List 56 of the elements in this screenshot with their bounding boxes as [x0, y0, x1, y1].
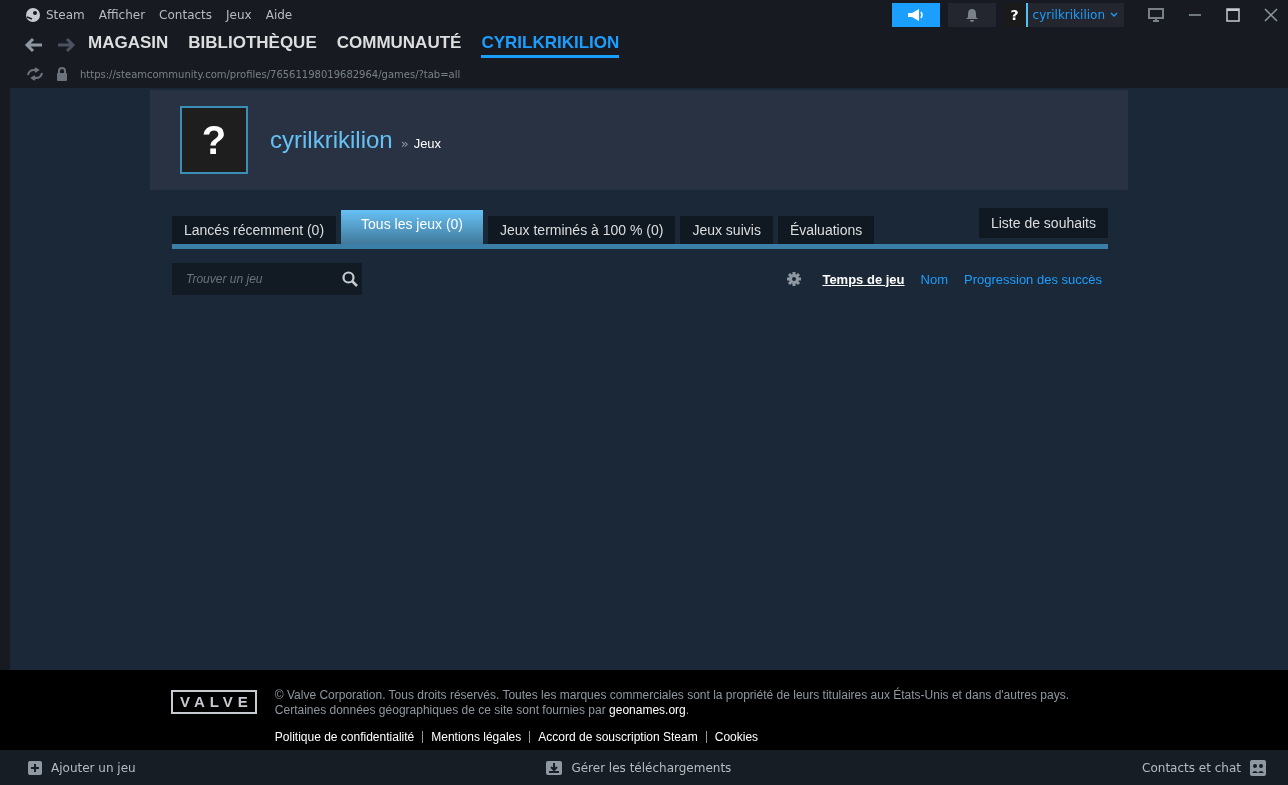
footer-link[interactable]: Mentions légales — [431, 730, 522, 744]
valve-logo[interactable]: VALVE — [171, 690, 257, 714]
separator-bar — [422, 731, 424, 743]
menu-item[interactable]: Jeux — [226, 8, 252, 22]
nav-tab[interactable]: MAGASIN — [88, 32, 169, 58]
monitor-icon[interactable] — [1148, 8, 1164, 22]
url-text[interactable]: https://steamcommunity.com/profiles/76561198019682964/games/?tab=all — [80, 68, 461, 80]
games-tab[interactable]: Jeux terminés à 100 % (0) — [488, 216, 676, 244]
reload-icon[interactable] — [26, 67, 44, 81]
breadcrumb-separator: » — [400, 135, 409, 151]
search-icon — [342, 271, 358, 287]
maximize-icon[interactable] — [1226, 8, 1240, 22]
megaphone-icon — [906, 8, 925, 22]
lock-icon — [56, 67, 68, 81]
notifications-button[interactable] — [947, 3, 996, 27]
menu-item[interactable]: Aide — [265, 8, 293, 22]
avatar-placeholder[interactable]: ? — [180, 106, 248, 174]
games-tab[interactable]: Évaluations — [777, 216, 875, 244]
download-icon — [546, 760, 563, 775]
menu-item[interactable]: Steam — [46, 8, 85, 22]
sort-link[interactable]: Temps de jeu — [822, 271, 905, 287]
nav-tab[interactable]: COMMUNAUTÉ — [336, 32, 462, 58]
back-arrow-icon[interactable] — [24, 37, 44, 53]
footer-link[interactable]: Cookies — [714, 730, 759, 744]
close-icon[interactable] — [1264, 8, 1278, 22]
sort-link[interactable]: Nom — [920, 271, 948, 287]
announcements-button[interactable] — [891, 3, 940, 27]
plus-icon — [28, 760, 42, 775]
avatar-placeholder: ? — [1003, 3, 1028, 27]
breadcrumb-section: Jeux — [413, 135, 442, 151]
friends-icon — [1250, 759, 1266, 776]
menu-item[interactable]: Contacts — [159, 8, 213, 22]
account-menu[interactable]: ? cyrilkrikilion — [1003, 3, 1124, 27]
friends-chat-button[interactable]: Contacts et chat — [1142, 759, 1266, 776]
steam-logo-icon — [26, 8, 40, 22]
games-tab[interactable]: Lancés récemment (0) — [172, 216, 337, 244]
downloads-button[interactable]: Gérer les téléchargements — [546, 760, 732, 775]
sort-link[interactable]: Progression des succès — [964, 271, 1102, 287]
copyright-text: © Valve Corporation. Tous droits réservés. Toutes les marques commerciales sont la propriété de leurs titulaires aux États-Unis et dans d'autres pays. — [274, 688, 1069, 703]
nav-tab[interactable]: BIBLIOTHÈQUE — [188, 32, 317, 58]
wishlist-tab[interactable]: Liste de souhaits — [978, 208, 1108, 238]
chevron-down-icon — [1110, 12, 1118, 18]
profile-name-link[interactable]: cyrilkrikilion — [270, 126, 393, 154]
geodata-text: Certaines données géographiques de ce site sont fournies par geonames.org. — [274, 703, 691, 718]
nav-tab[interactable]: CYRILKRIKILION — [481, 32, 620, 58]
settings-icon[interactable] — [786, 271, 803, 287]
add-game-button[interactable]: Ajouter un jeu — [28, 760, 136, 775]
separator-bar — [529, 731, 531, 743]
separator-bar — [705, 731, 707, 743]
games-tab[interactable]: Jeux suivis — [680, 216, 773, 244]
menu-item[interactable]: Afficher — [98, 8, 146, 22]
search-field[interactable]: Trouver un jeu — [172, 263, 362, 295]
footer-link[interactable]: Politique de confidentialité — [274, 730, 415, 744]
bell-icon — [965, 8, 978, 22]
footer-link[interactable]: Accord de souscription Steam — [538, 730, 698, 744]
geonames-link[interactable]: geonames.org — [609, 703, 686, 717]
